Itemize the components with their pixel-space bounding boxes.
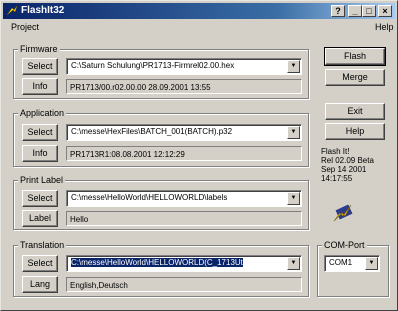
translation-group-label: Translation — [18, 240, 67, 250]
about-line-2: Rel 02.09 Beta — [321, 156, 374, 165]
minimize-button[interactable]: _ — [348, 5, 362, 17]
chevron-down-icon[interactable]: ▼ — [287, 257, 300, 270]
about-line-4: 14:17:55 — [321, 174, 353, 183]
chevron-down-icon[interactable]: ▼ — [365, 257, 378, 270]
chevron-down-icon[interactable]: ▼ — [287, 126, 300, 139]
help-button[interactable]: Help — [325, 123, 385, 140]
flash-logo-icon — [331, 201, 355, 223]
print-label-group: Print Label Select C:\messe\HelloWorld\H… — [13, 175, 309, 230]
title-bar: FlashIt32 ? _ □ × — [3, 3, 395, 19]
application-group-label: Application — [18, 108, 67, 118]
chevron-down-icon[interactable]: ▼ — [287, 60, 300, 73]
print-label-group-label: Print Label — [18, 175, 66, 185]
com-port-group: COM-Port COM1 ▼ — [317, 240, 389, 297]
firmware-group: Firmware Select C:\Saturn Schulung\PR171… — [13, 44, 309, 99]
flash-button[interactable]: Flash — [324, 47, 386, 66]
firmware-select-button[interactable]: Select — [22, 58, 58, 75]
translation-info-text: English,Deutsch — [66, 277, 302, 292]
print-label-path-dropdown[interactable]: C:\messe\HelloWorld\HELLOWORLD\labels ▼ — [66, 190, 302, 207]
firmware-info-text: PR1713/00.r02.00.00 28.09.2001 13:55 — [66, 79, 302, 94]
translation-lang-button[interactable]: Lang — [22, 276, 58, 293]
about-line-3: Sep 14 2001 — [321, 165, 367, 174]
close-button[interactable]: × — [378, 5, 392, 17]
help-title-button[interactable]: ? — [331, 5, 345, 17]
about-line-1: Flash It! — [321, 147, 350, 156]
menu-project[interactable]: Project — [11, 22, 39, 32]
print-label-info-text: Hello — [66, 211, 302, 226]
firmware-path-dropdown[interactable]: C:\Saturn Schulung\PR1713-Firmrel02.00.h… — [66, 58, 302, 75]
com-port-dropdown[interactable]: COM1 ▼ — [324, 255, 380, 272]
print-label-select-button[interactable]: Select — [22, 190, 58, 207]
application-info-button[interactable]: Info — [22, 145, 58, 162]
com-port-value: COM1 — [329, 258, 353, 267]
application-select-button[interactable]: Select — [22, 124, 58, 141]
print-label-label-button[interactable]: Label — [22, 210, 58, 227]
application-info-text: PR1713R1:08.08.2001 12:12:29 — [66, 146, 302, 161]
com-port-group-label: COM-Port — [322, 240, 367, 250]
menu-bar: Project Help — [3, 20, 395, 34]
firmware-info-button[interactable]: Info — [22, 78, 58, 95]
about-info: Flash It! Rel 02.09 Beta Sep 14 2001 14:… — [321, 147, 393, 183]
translation-path-wrapper: C:\messe\HelloWorld\HELLOWORLD(C_1713Ut — [71, 256, 285, 270]
window-title: FlashIt32 — [21, 5, 65, 16]
exit-button[interactable]: Exit — [325, 103, 385, 120]
merge-button[interactable]: Merge — [325, 69, 385, 86]
application-group: Application Select C:\messe\HexFiles\BAT… — [13, 108, 309, 167]
maximize-button[interactable]: □ — [362, 5, 376, 17]
application-path-dropdown[interactable]: C:\messe\HexFiles\BATCH_001(BATCH).p32 ▼ — [66, 124, 302, 141]
firmware-group-label: Firmware — [18, 44, 60, 54]
translation-path-dropdown[interactable]: C:\messe\HelloWorld\HELLOWORLD(C_1713Ut … — [66, 255, 302, 272]
application-path-value: C:\messe\HexFiles\BATCH_001(BATCH).p32 — [71, 127, 233, 136]
firmware-path-value: C:\Saturn Schulung\PR1713-Firmrel02.00.h… — [71, 61, 235, 70]
print-label-path-value: C:\messe\HelloWorld\HELLOWORLD\labels — [71, 193, 228, 202]
translation-group: Translation Select C:\messe\HelloWorld\H… — [13, 240, 309, 297]
chevron-down-icon[interactable]: ▼ — [287, 192, 300, 205]
flash-app-icon — [6, 5, 18, 17]
app-window: FlashIt32 ? _ □ × Project Help Firmware … — [0, 0, 398, 311]
menu-help[interactable]: Help — [375, 22, 394, 32]
translation-path-value: C:\messe\HelloWorld\HELLOWORLD(C_1713Ut — [71, 258, 243, 267]
translation-select-button[interactable]: Select — [22, 255, 58, 272]
